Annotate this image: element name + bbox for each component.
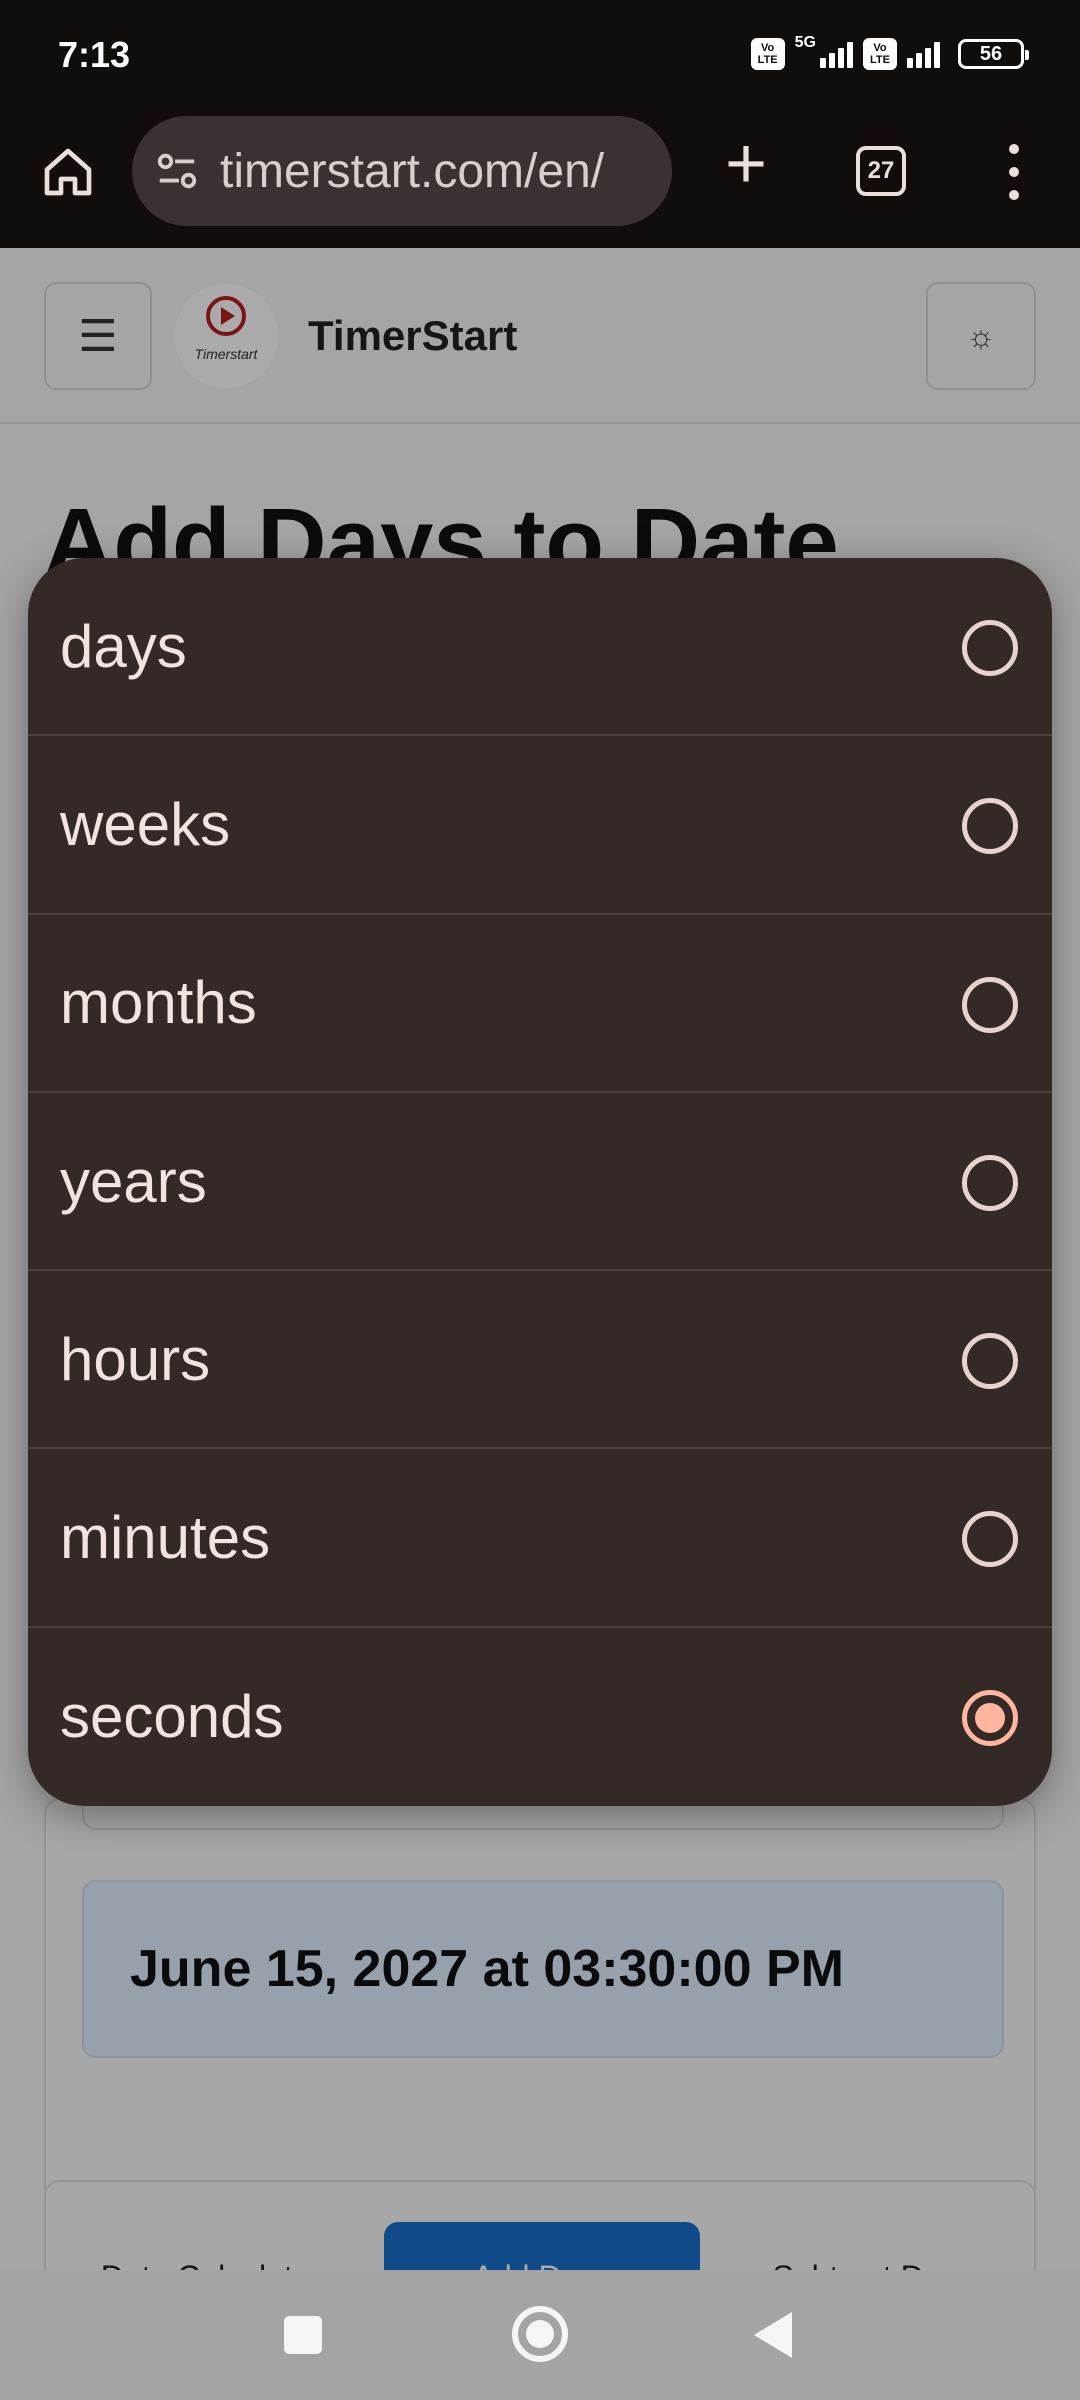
radio-icon[interactable] (962, 1511, 1018, 1568)
option-years[interactable]: years (28, 1093, 1052, 1272)
signal-icon-2 (907, 40, 940, 68)
volte-icon-2: Vo LTE (863, 38, 897, 70)
option-label: years (60, 1147, 207, 1215)
more-icon[interactable] (998, 138, 1030, 206)
status-icons: Vo LTE 5G Vo LTE 56 (750, 32, 1029, 76)
system-nav-bar (0, 2270, 1080, 2400)
unit-picker-dialog: days weeks months years hours minutes se… (28, 558, 1052, 1806)
option-label: hours (60, 1325, 211, 1393)
url-text: timerstart.com/en/ (220, 144, 605, 198)
radio-selected-icon[interactable] (962, 1689, 1018, 1746)
tab-count: 27 (867, 157, 895, 184)
option-seconds[interactable]: seconds (28, 1628, 1052, 1806)
plus-icon[interactable]: + (712, 128, 780, 200)
option-label: seconds (60, 1683, 284, 1751)
tabs-icon[interactable]: 27 (856, 146, 906, 196)
option-label: days (60, 612, 187, 680)
radio-icon[interactable] (962, 976, 1018, 1033)
option-label: months (60, 969, 257, 1037)
option-hours[interactable]: hours (28, 1271, 1052, 1450)
option-label: weeks (60, 790, 231, 858)
browser-toolbar: timerstart.com/en/ + 27 (0, 110, 1080, 248)
network-type: 5G (794, 34, 816, 51)
option-minutes[interactable]: minutes (28, 1449, 1052, 1628)
site-info-icon[interactable] (154, 148, 200, 194)
option-days[interactable]: days (28, 558, 1052, 737)
battery-icon: 56 (958, 39, 1029, 69)
radio-icon[interactable] (962, 620, 1018, 676)
address-bar[interactable]: timerstart.com/en/ (132, 116, 672, 226)
radio-icon[interactable] (962, 1333, 1018, 1390)
status-bar: 7:13 Vo LTE 5G Vo LTE 56 (0, 0, 1080, 110)
battery-level: 56 (979, 42, 1003, 65)
home-nav-icon[interactable] (512, 2306, 568, 2362)
home-icon[interactable] (34, 138, 102, 206)
signal-icon (820, 40, 853, 68)
volte-icon: Vo LTE (750, 38, 785, 70)
back-icon[interactable] (754, 2312, 792, 2358)
option-weeks[interactable]: weeks (28, 736, 1052, 915)
status-time: 7:13 (58, 34, 131, 75)
option-label: minutes (60, 1504, 271, 1572)
option-months[interactable]: months (28, 915, 1052, 1093)
recents-icon[interactable] (284, 2316, 322, 2354)
radio-icon[interactable] (962, 798, 1018, 855)
radio-icon[interactable] (962, 1154, 1018, 1211)
